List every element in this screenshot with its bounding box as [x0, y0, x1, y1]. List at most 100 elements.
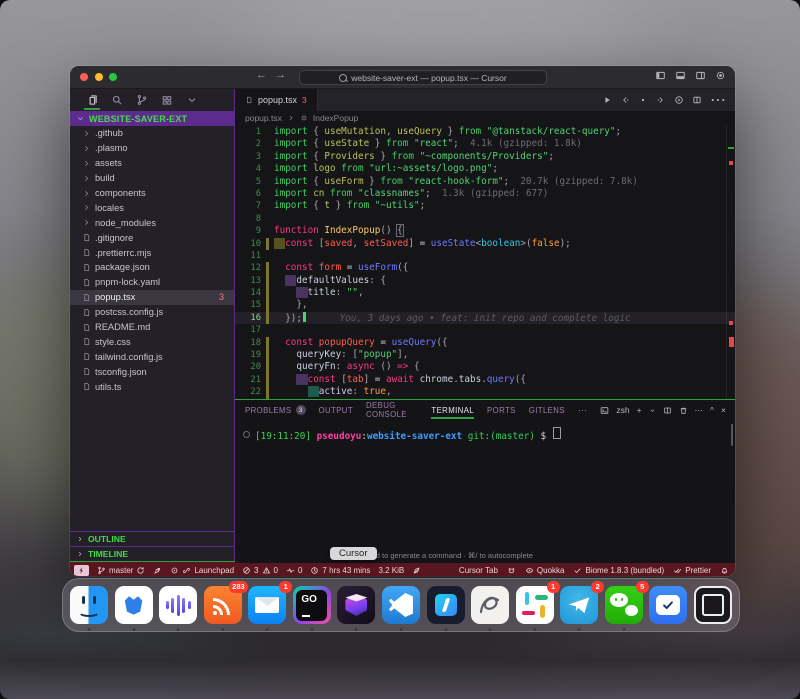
- code-line-16[interactable]: 16 }); You, 3 days ago • feat: init repo…: [235, 312, 735, 324]
- status-time-tracked[interactable]: 7 hrs 43 mins: [310, 566, 370, 575]
- tree-item-.prettierrc.mjs[interactable]: .prettierrc.mjs: [70, 245, 234, 260]
- code-line-4[interactable]: 4import logo from "url:~assets/logo.png"…: [235, 163, 735, 175]
- split-terminal-icon[interactable]: [663, 406, 672, 415]
- code-line-11[interactable]: 11: [235, 250, 735, 262]
- code-editor[interactable]: 1import { useMutation, useQuery } from "…: [235, 125, 735, 399]
- code-line-2[interactable]: 2import { useState } from "react"; 4.1k …: [235, 138, 735, 150]
- wechat-dock-icon[interactable]: 5: [605, 586, 643, 624]
- status-launchpad[interactable]: Launchpad: [170, 566, 234, 575]
- tree-item-pnpm-lock.yaml[interactable]: pnpm-lock.yaml: [70, 275, 234, 290]
- command-center-search[interactable]: website-saver-ext — popup.tsx — Cursor: [299, 70, 547, 85]
- code-line-20[interactable]: 20 queryFn: async () => {: [235, 361, 735, 373]
- panel-more-icon[interactable]: ⋯: [578, 405, 587, 416]
- kill-terminal-icon[interactable]: [679, 406, 688, 415]
- code-line-17[interactable]: 17: [235, 324, 735, 336]
- breadcrumb[interactable]: popup.tsx IndexPopup: [235, 111, 735, 125]
- close-panel-icon[interactable]: ×: [721, 405, 726, 415]
- code-line-6[interactable]: 6import cn from "classnames"; 1.3k (gzip…: [235, 188, 735, 200]
- code-line-10[interactable]: 10 const [saved, setSaved] = useState<bo…: [235, 238, 735, 250]
- finder-dock-icon[interactable]: [70, 586, 108, 624]
- arc-dock-icon[interactable]: [471, 586, 509, 624]
- cursor-dock-icon[interactable]: [337, 586, 375, 624]
- warp-dock-icon[interactable]: [427, 586, 465, 624]
- code-line-3[interactable]: 3import { Providers } from "~components/…: [235, 151, 735, 163]
- breadcrumb-symbol[interactable]: IndexPopup: [313, 113, 358, 123]
- tree-item-locales[interactable]: locales: [70, 200, 234, 215]
- overview-ruler[interactable]: [726, 125, 735, 399]
- toggle-secondary-sidebar-icon[interactable]: [695, 70, 706, 81]
- maximize-panel-icon[interactable]: ^: [710, 405, 714, 415]
- terminal-scrollbar[interactable]: [731, 424, 733, 446]
- partial-app-dock-icon[interactable]: [694, 586, 732, 624]
- split-editor-icon[interactable]: [692, 95, 702, 105]
- toggle-panel-icon[interactable]: [675, 70, 686, 81]
- code-line-7[interactable]: 7import { t } from "~utils";: [235, 200, 735, 212]
- run-icon[interactable]: [602, 95, 612, 105]
- search-view-icon[interactable]: [111, 94, 123, 106]
- status-prettier[interactable]: Prettier: [673, 566, 711, 575]
- goland-dock-icon[interactable]: GO: [293, 586, 331, 624]
- status-problems[interactable]: 30: [242, 566, 278, 575]
- code-line-19[interactable]: 19 queryKey: ["popup"],: [235, 349, 735, 361]
- tree-item-.plasmo[interactable]: .plasmo: [70, 141, 234, 156]
- tree-item-postcss.config.js[interactable]: postcss.config.js: [70, 305, 234, 320]
- audio-app-dock-icon[interactable]: [159, 586, 197, 624]
- change-dot-icon[interactable]: [638, 95, 648, 105]
- new-terminal-icon[interactable]: +: [637, 405, 642, 415]
- toggle-sidebar-icon[interactable]: [655, 70, 666, 81]
- back-icon[interactable]: ←: [256, 69, 275, 81]
- timeline-section[interactable]: TIMELINE: [70, 546, 234, 561]
- tree-item-.gitignore[interactable]: .gitignore: [70, 230, 234, 245]
- forward-icon[interactable]: →: [275, 69, 294, 81]
- settings-gear-icon[interactable]: [715, 70, 726, 81]
- more-actions-icon[interactable]: ⋯: [710, 90, 726, 110]
- tree-item-build[interactable]: build: [70, 171, 234, 186]
- rss-reader-dock-icon[interactable]: 283: [204, 586, 242, 624]
- panel-tab-terminal[interactable]: TERMINAL: [431, 400, 474, 420]
- panel-tab-problems[interactable]: PROBLEMS3: [245, 400, 306, 420]
- things-dock-icon[interactable]: [649, 586, 687, 624]
- shell-label[interactable]: zsh: [616, 405, 629, 415]
- code-line-1[interactable]: 1import { useMutation, useQuery } from "…: [235, 126, 735, 138]
- status-file-size[interactable]: 3.2 KiB: [378, 566, 404, 575]
- breadcrumb-file[interactable]: popup.tsx: [245, 113, 282, 123]
- tree-item-assets[interactable]: assets: [70, 156, 234, 171]
- status-remote[interactable]: [74, 565, 89, 576]
- panel-tab-gitlens[interactable]: GITLENS: [529, 400, 565, 420]
- status-cursor-tab[interactable]: Cursor Tab: [459, 566, 498, 575]
- code-line-12[interactable]: 12 const form = useForm({: [235, 262, 735, 274]
- code-line-9[interactable]: 9function IndexPopup() {: [235, 225, 735, 237]
- panel-tab-ports[interactable]: PORTS: [487, 400, 516, 420]
- status-notifications[interactable]: [720, 566, 729, 575]
- tree-item-style.css[interactable]: style.css: [70, 334, 234, 349]
- code-line-15[interactable]: 15 },: [235, 299, 735, 311]
- tab-popup-tsx[interactable]: popup.tsx 3: [235, 89, 318, 111]
- code-line-8[interactable]: 8: [235, 213, 735, 225]
- panel-tab-debug-console[interactable]: DEBUG CONSOLE: [366, 400, 418, 420]
- project-root-header[interactable]: WEBSITE-SAVER-EXT: [70, 111, 234, 126]
- code-line-14[interactable]: 14 title: "",: [235, 287, 735, 299]
- terminal-dropdown-icon[interactable]: [649, 407, 656, 414]
- status-quokka[interactable]: Quokka: [525, 566, 565, 575]
- slack-dock-icon[interactable]: 1: [516, 586, 554, 624]
- tree-item-node_modules[interactable]: node_modules: [70, 215, 234, 230]
- code-line-5[interactable]: 5import { useForm } from "react-hook-for…: [235, 176, 735, 188]
- outline-section[interactable]: OUTLINE: [70, 531, 234, 546]
- fox-app-dock-icon[interactable]: [115, 586, 153, 624]
- tree-item-utils.ts[interactable]: utils.ts: [70, 379, 234, 394]
- tree-item-tailwind.config.js[interactable]: tailwind.config.js: [70, 349, 234, 364]
- mail-dock-icon[interactable]: 1: [248, 586, 286, 624]
- tree-item-tsconfig.json[interactable]: tsconfig.json: [70, 364, 234, 379]
- terminal[interactable]: [19:11:20] pseudoyu:website-saver-ext gi…: [235, 420, 735, 563]
- panel-more-actions-icon[interactable]: ⋯: [695, 405, 704, 416]
- explorer-icon[interactable]: [86, 94, 98, 106]
- chevron-down-icon[interactable]: [186, 94, 198, 106]
- prev-change-icon[interactable]: [620, 95, 630, 105]
- zoom-window-button[interactable]: [109, 73, 117, 81]
- next-change-icon[interactable]: [656, 95, 666, 105]
- status-copilot[interactable]: [507, 566, 516, 575]
- status-biome[interactable]: Biome 1.8.3 (bundled): [573, 566, 664, 575]
- tree-item-components[interactable]: components: [70, 186, 234, 201]
- minimize-window-button[interactable]: [95, 73, 103, 81]
- extensions-icon[interactable]: [161, 94, 173, 106]
